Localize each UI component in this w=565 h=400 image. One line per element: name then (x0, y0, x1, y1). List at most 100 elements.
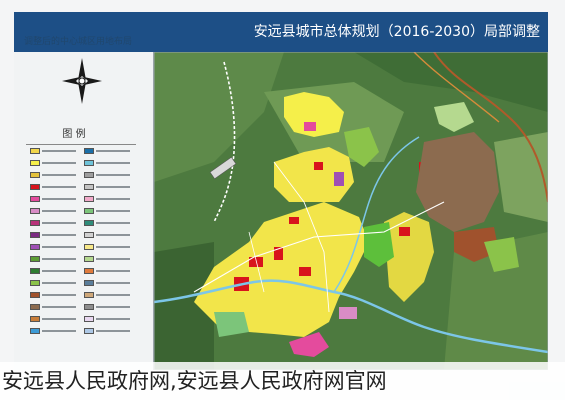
legend-swatch (30, 220, 40, 226)
legend-label-placeholder (96, 282, 130, 284)
legend-label-placeholder (96, 150, 130, 152)
legend-label-placeholder (96, 246, 130, 248)
legend-item (30, 160, 80, 166)
legend-item (30, 172, 80, 178)
legend-label-placeholder (42, 186, 76, 188)
legend-swatch (30, 148, 40, 154)
legend-item (84, 232, 134, 238)
legend-item (30, 292, 80, 298)
legend-item (30, 316, 80, 322)
legend-swatch (84, 172, 94, 178)
legend-label-placeholder (96, 222, 130, 224)
legend-swatch (30, 196, 40, 202)
legend-item (30, 280, 80, 286)
legend-label-placeholder (42, 150, 76, 152)
legend-item (84, 304, 134, 310)
legend-label-placeholder (42, 330, 76, 332)
legend-swatch (30, 328, 40, 334)
legend-label-placeholder (42, 174, 76, 176)
legend-label-placeholder (42, 294, 76, 296)
legend-item (84, 160, 134, 166)
legend-swatch (84, 208, 94, 214)
legend-label-placeholder (42, 222, 76, 224)
land-use-map (154, 52, 548, 370)
legend-item (84, 208, 134, 214)
legend-swatch (30, 292, 40, 298)
legend-label-placeholder (42, 246, 76, 248)
legend-swatch (30, 268, 40, 274)
legend-item (30, 268, 80, 274)
legend-swatch (84, 184, 94, 190)
legend-item (84, 244, 134, 250)
legend-item (30, 232, 80, 238)
legend-label-placeholder (96, 306, 130, 308)
legend-item (84, 172, 134, 178)
legend-swatch (84, 292, 94, 298)
legend-item (84, 280, 134, 286)
caption-text: 安远县人民政府网,安远县人民政府网官网 (2, 369, 387, 393)
legend-swatch (84, 268, 94, 274)
legend-item (84, 268, 134, 274)
legend-label-placeholder (96, 234, 130, 236)
legend-label-placeholder (96, 294, 130, 296)
legend-label-placeholder (42, 282, 76, 284)
legend-swatch (30, 160, 40, 166)
legend-swatch (84, 196, 94, 202)
legend-swatch (84, 280, 94, 286)
legend-label-placeholder (42, 270, 76, 272)
legend-label-placeholder (96, 318, 130, 320)
legend-item (30, 208, 80, 214)
legend-swatch (84, 244, 94, 250)
legend-heading: 图 例 (62, 129, 86, 140)
legend-swatch (30, 304, 40, 310)
legend-swatch (30, 232, 40, 238)
legend-item (84, 148, 134, 154)
legend-swatch (84, 232, 94, 238)
legend-label-placeholder (96, 198, 130, 200)
legend-item (84, 292, 134, 298)
legend-item (30, 304, 80, 310)
legend-swatch (30, 208, 40, 214)
legend-label-placeholder (42, 210, 76, 212)
legend-swatch (84, 328, 94, 334)
legend-swatch (30, 316, 40, 322)
legend-label-placeholder (42, 162, 76, 164)
legend-label-placeholder (42, 318, 76, 320)
land-use-legend (30, 148, 140, 358)
legend-item (30, 220, 80, 226)
legend-item (84, 316, 134, 322)
legend-label-placeholder (42, 258, 76, 260)
legend-label-placeholder (96, 270, 130, 272)
legend-label-placeholder (96, 186, 130, 188)
legend-item (30, 184, 80, 190)
legend-item (30, 244, 80, 250)
legend-item (30, 196, 80, 202)
legend-label-placeholder (42, 306, 76, 308)
legend-swatch (30, 172, 40, 178)
legend-label-placeholder (96, 162, 130, 164)
legend-divider (26, 144, 136, 145)
legend-item (30, 256, 80, 262)
legend-swatch (30, 280, 40, 286)
legend-item (30, 328, 80, 334)
plan-subtitle: 调整后的中心城区用地布局 (24, 37, 133, 47)
legend-label-placeholder (96, 258, 130, 260)
legend-swatch (84, 160, 94, 166)
legend-swatch (30, 184, 40, 190)
legend-item (84, 220, 134, 226)
legend-item (84, 196, 134, 202)
legend-swatch (84, 304, 94, 310)
legend-swatch (84, 220, 94, 226)
legend-label-placeholder (96, 210, 130, 212)
legend-label-placeholder (96, 330, 130, 332)
plan-title: 安远县城市总体规划（2016-2030）局部调整 (253, 24, 540, 40)
legend-swatch (84, 316, 94, 322)
legend-item (30, 148, 80, 154)
legend-item (84, 184, 134, 190)
legend-label-placeholder (42, 198, 76, 200)
legend-label-placeholder (42, 234, 76, 236)
legend-swatch (84, 256, 94, 262)
legend-swatch (30, 244, 40, 250)
legend-label-placeholder (96, 174, 130, 176)
legend-item (84, 256, 134, 262)
